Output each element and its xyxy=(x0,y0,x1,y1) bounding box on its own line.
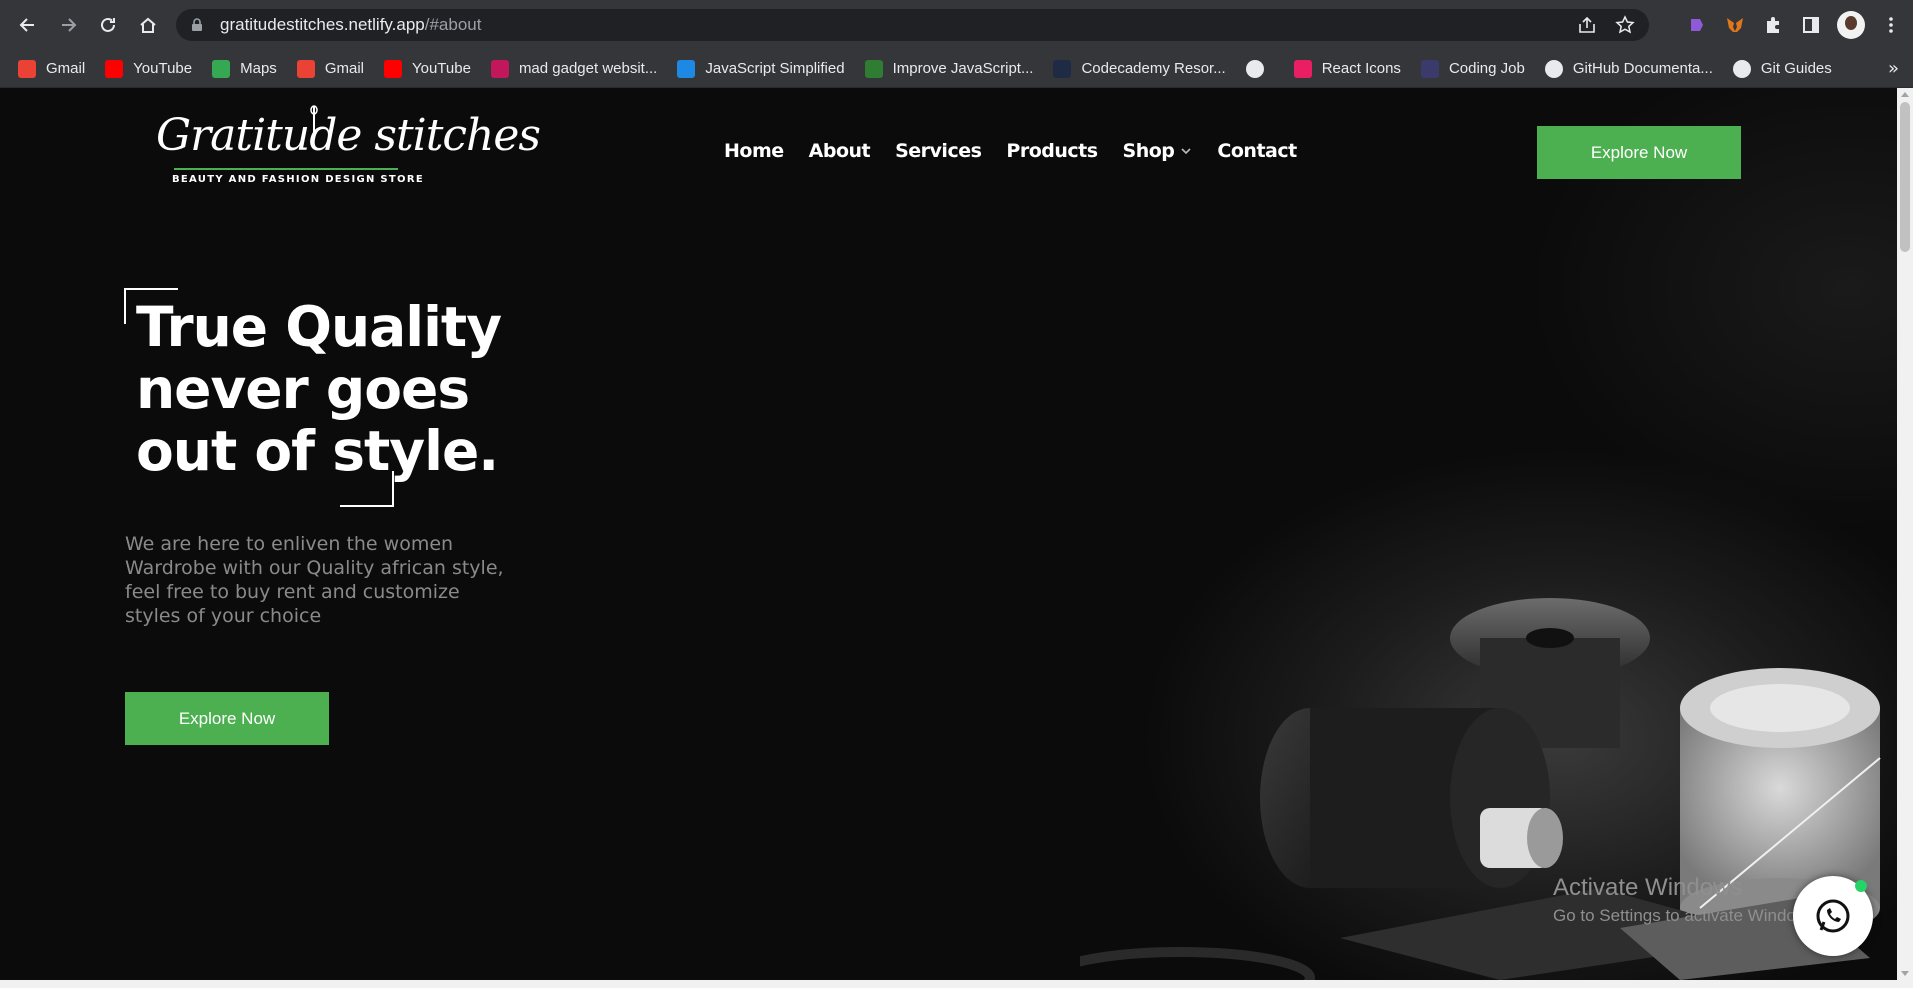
browser-toolbar: gratitudestitches.netlify.app/#about xyxy=(0,0,1913,50)
coding-job-icon xyxy=(1420,59,1439,78)
youtube-icon xyxy=(105,59,124,78)
bookmark-label: YouTube xyxy=(133,60,193,77)
arrow-right-icon xyxy=(62,18,77,32)
bookmarks-bar: Gmail YouTube Maps Gmail YouTube mad gadget w… xyxy=(0,50,1913,88)
bookmark-item[interactable]: Codecademy Resor... xyxy=(1053,59,1226,78)
bookmark-label: mad gadget websit... xyxy=(518,60,658,77)
extensions-puzzle-icon[interactable] xyxy=(1761,13,1785,37)
scroll-up-arrow-icon[interactable] xyxy=(1901,92,1909,97)
bookmark-label: Improve JavaScript... xyxy=(892,60,1034,77)
bookmark-label: Maps xyxy=(240,60,277,77)
bookmark-label: JavaScript Simplified xyxy=(705,60,845,77)
nav-shop[interactable]: Shop xyxy=(1123,140,1193,162)
back-button[interactable] xyxy=(8,5,48,45)
logo-underline xyxy=(174,168,398,170)
reload-icon xyxy=(101,17,115,32)
youtube-icon xyxy=(383,59,402,78)
profile-avatar[interactable] xyxy=(1837,11,1865,39)
bookmark-item[interactable]: GitHub Documenta... xyxy=(1544,59,1713,78)
bookmark-item[interactable]: Gmail xyxy=(296,59,364,78)
bookmark-label: Git Guides xyxy=(1760,60,1832,77)
reload-button[interactable] xyxy=(88,5,128,45)
headline-bracket-bottom-right xyxy=(340,471,394,507)
activate-windows-title: Activate Windows xyxy=(1553,874,1743,901)
url-path: /#about xyxy=(424,15,482,34)
github-icon xyxy=(1544,59,1563,78)
glasses-icon xyxy=(864,59,883,78)
whatsapp-icon xyxy=(1816,899,1850,933)
bookmark-label: Codecademy Resor... xyxy=(1081,60,1226,77)
metamask-fox-icon[interactable] xyxy=(1723,13,1747,37)
bookmark-item[interactable]: mad gadget websit... xyxy=(490,59,658,78)
bookmark-label: GitHub Documenta... xyxy=(1572,60,1713,77)
react-icon xyxy=(1293,59,1312,78)
bookmark-item[interactable]: Gmail xyxy=(18,59,86,78)
explore-now-header-button[interactable]: Explore Now xyxy=(1537,126,1741,179)
page-scrollbar[interactable] xyxy=(1897,88,1913,980)
bookmark-item[interactable]: YouTube xyxy=(105,59,193,78)
online-status-dot xyxy=(1855,880,1867,892)
bottom-edge xyxy=(0,980,1913,988)
address-bar[interactable]: gratitudestitches.netlify.app/#about xyxy=(176,9,1649,41)
bookmark-item[interactable]: React Icons xyxy=(1293,59,1401,78)
bookmarks-overflow-button[interactable]: » xyxy=(1888,58,1899,79)
logo-script-text: Gratitude stitches xyxy=(156,110,541,161)
side-panel-icon[interactable] xyxy=(1799,13,1823,37)
explore-now-hero-button[interactable]: Explore Now xyxy=(125,692,329,745)
lock-icon xyxy=(192,18,202,31)
bookmark-label: Gmail xyxy=(46,60,86,77)
site-logo[interactable]: Gratitude stitches BEAUTY AND FASHION DE… xyxy=(156,105,541,190)
bookmark-item[interactable]: Git Guides xyxy=(1732,59,1832,78)
bookmark-item[interactable]: YouTube xyxy=(383,59,471,78)
logo-tagline: BEAUTY AND FASHION DESIGN STORE xyxy=(172,174,424,185)
hero-subtext: We are here to enliven the women Wardrob… xyxy=(125,533,504,627)
codecademy-icon xyxy=(1053,59,1072,78)
star-bookmark-icon[interactable] xyxy=(1615,15,1635,35)
activate-windows-subtitle: Go to Settings to activate Windows. xyxy=(1553,906,1822,925)
hero-headline: True Quality never goes out of style. xyxy=(136,295,502,483)
bookmark-item[interactable]: Maps xyxy=(212,59,277,78)
globe-icon xyxy=(1245,59,1264,78)
maps-icon xyxy=(212,59,231,78)
kebab-menu-icon[interactable] xyxy=(1879,13,1903,37)
gmail-icon xyxy=(18,59,36,78)
bookmark-label: React Icons xyxy=(1321,60,1401,77)
needle-icon xyxy=(310,105,318,132)
chevron-down-icon xyxy=(1181,148,1191,155)
main-navigation: Home About Services Products Shop Contac… xyxy=(724,140,1297,162)
bookmark-label: Gmail xyxy=(324,60,364,77)
nav-home[interactable]: Home xyxy=(724,140,784,162)
scroll-thumb[interactable] xyxy=(1900,102,1910,252)
bookmark-item[interactable]: Coding Job xyxy=(1420,59,1525,78)
bookmark-item[interactable]: Improve JavaScript... xyxy=(864,59,1034,78)
home-button[interactable] xyxy=(128,5,168,45)
activate-windows-watermark: Activate Windows Go to Settings to activ… xyxy=(1553,874,1821,926)
nav-about[interactable]: About xyxy=(809,140,871,162)
nav-contact[interactable]: Contact xyxy=(1217,140,1297,162)
js-simplified-icon xyxy=(677,59,696,78)
extension-purple-icon[interactable] xyxy=(1685,13,1709,37)
nav-services[interactable]: Services xyxy=(895,140,982,162)
url-host: gratitudestitches.netlify.app xyxy=(220,15,425,34)
forward-button[interactable] xyxy=(48,5,88,45)
bookmark-item[interactable]: JavaScript Simplified xyxy=(677,59,845,78)
scroll-down-arrow-icon[interactable] xyxy=(1901,971,1909,976)
github-icon xyxy=(1732,59,1751,78)
whatsapp-chat-button[interactable] xyxy=(1793,876,1873,956)
webpage: Gratitude stitches BEAUTY AND FASHION DE… xyxy=(0,88,1897,980)
gmail-icon xyxy=(296,59,315,78)
home-icon xyxy=(140,17,156,33)
bookmark-label: YouTube xyxy=(411,60,471,77)
bookmark-label: Coding Job xyxy=(1448,60,1525,77)
bookmark-item[interactable] xyxy=(1245,59,1274,78)
triangle-logo-icon xyxy=(490,59,509,78)
nav-products[interactable]: Products xyxy=(1006,140,1098,162)
arrow-left-icon xyxy=(19,18,34,32)
share-icon[interactable] xyxy=(1577,15,1597,35)
nav-shop-label: Shop xyxy=(1122,140,1175,162)
